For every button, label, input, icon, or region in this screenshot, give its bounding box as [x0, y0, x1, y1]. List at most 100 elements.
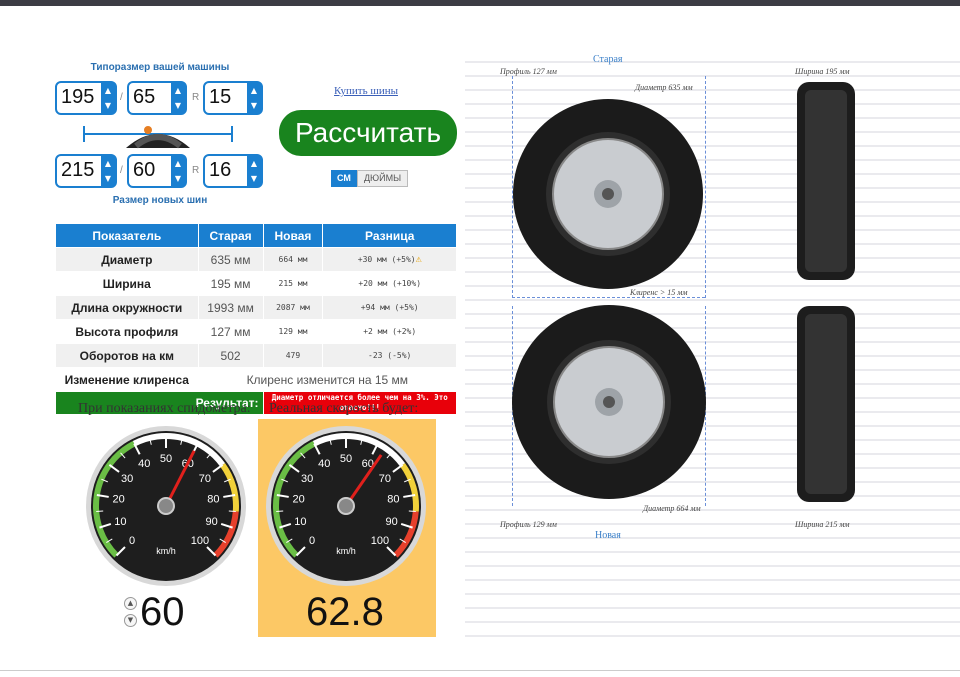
- real-speed-gauge: 010203040 50 60708090100km/h: [266, 426, 426, 586]
- new-tire-side-image: [797, 306, 855, 502]
- updown-arrows-icon: ▲ ▼: [101, 83, 115, 113]
- gauge-hub: [337, 497, 355, 515]
- gauge-tick-label: 70: [199, 473, 211, 485]
- gauge-tick-label: 0: [129, 535, 135, 547]
- table-header: Показатель: [55, 223, 199, 248]
- updown-arrows-icon: ▲ ▼: [171, 83, 185, 113]
- old-tire-title: Старая: [593, 54, 623, 65]
- gauge-tick: [276, 510, 284, 512]
- new-tire-title: Новая: [595, 530, 621, 541]
- gauge-tick-label: 100: [371, 535, 389, 547]
- new-profile-select[interactable]: 60 ▲ ▼: [127, 154, 187, 188]
- diff-text: +30 мм (+5%): [357, 255, 416, 264]
- new-profile-value: 60: [133, 159, 156, 181]
- gauge-tick-label: 10: [294, 516, 306, 528]
- new-width-select[interactable]: 215 ▲ ▼: [55, 154, 117, 188]
- old-profile-value: 65: [133, 86, 156, 108]
- table-row: Длина окружности 1993 мм 2087 мм +94 мм …: [55, 295, 457, 320]
- updown-arrows-icon: ▲ ▼: [247, 83, 261, 113]
- metric-name: Оборотов на км: [55, 343, 199, 368]
- spin-up-icon[interactable]: ▲: [124, 597, 137, 610]
- buy-tires-link[interactable]: Купить шины: [334, 85, 398, 97]
- browser-top-bar: [0, 0, 960, 6]
- gauge-tick-label: 10: [114, 516, 126, 528]
- gauge-tick-label: 100: [191, 535, 209, 547]
- gauge-tick-label: 70: [379, 473, 391, 485]
- new-profile-note: Профиль 129 мм: [500, 520, 557, 529]
- old-value: 127 мм: [197, 319, 264, 344]
- new-value: 2087 мм: [262, 295, 324, 320]
- unit-cm-toggle[interactable]: СМ: [331, 170, 357, 187]
- gauge-tick-label: 30: [301, 473, 313, 485]
- updown-arrows-icon: ▲ ▼: [101, 156, 115, 186]
- gauge-tick-label: 50: [340, 453, 352, 465]
- old-tire-side-image: [797, 82, 855, 280]
- old-radius-value: 15: [209, 86, 232, 108]
- clearance-value: Клиренс изменится на 15 мм: [197, 367, 458, 392]
- speed-spinner[interactable]: ▲ ▼: [124, 597, 137, 627]
- current-size-label: Типоразмер вашей машины: [90, 62, 230, 73]
- dim-line: [512, 297, 705, 298]
- metric-name: Ширина: [55, 271, 199, 296]
- gauge-tick: [96, 510, 104, 512]
- page-bottom-divider: [0, 670, 960, 671]
- diff-value: -23 (-5%): [322, 343, 457, 368]
- new-radius-select[interactable]: 16 ▲ ▼: [203, 154, 263, 188]
- gauge-tick-label: 50: [160, 453, 172, 465]
- speed-input-value[interactable]: 60: [140, 590, 185, 635]
- clearance-label: Изменение клиренса: [55, 367, 199, 392]
- old-value: 502: [197, 343, 264, 368]
- updown-arrows-icon: ▲ ▼: [247, 156, 261, 186]
- metric-name: Длина окружности: [55, 295, 199, 320]
- gauge-tick-label: 20: [112, 493, 124, 505]
- gauge-tick-label: 20: [292, 493, 304, 505]
- gauge-tick: [228, 510, 236, 512]
- table-header: Новая: [262, 223, 324, 248]
- results-table: Показатель Старая Новая Разница Диаметр …: [55, 223, 458, 415]
- gauge-tick: [408, 510, 416, 512]
- real-speed-caption: Реальная скорость будет:: [269, 401, 419, 416]
- gauge-tick-label: 40: [318, 458, 330, 470]
- diff-value: +20 мм (+10%): [322, 271, 457, 296]
- new-size-label: Размер новых шин: [112, 195, 208, 206]
- old-profile-select[interactable]: 65 ▲ ▼: [127, 81, 187, 115]
- slash-separator: /: [120, 92, 123, 103]
- table-row: Высота профиля 127 мм 129 мм +2 мм (+2%): [55, 319, 457, 344]
- diff-value: +30 мм (+5%)⚠: [322, 247, 457, 272]
- table-header: Разница: [322, 223, 457, 248]
- calculate-button[interactable]: Рассчитать: [279, 110, 457, 156]
- tire-comparison-diagram: Старая Профиль 127 мм Ширина 195 мм Диам…: [465, 52, 960, 650]
- old-diameter-note: Диаметр 635 мм: [635, 83, 693, 92]
- old-value: 195 мм: [197, 271, 264, 296]
- unit-inches-toggle[interactable]: ДЮЙМЫ: [357, 170, 408, 187]
- new-diameter-note: Диаметр 664 мм: [643, 504, 701, 513]
- spin-down-icon[interactable]: ▼: [124, 614, 137, 627]
- gauge-tick-label: 0: [309, 535, 315, 547]
- new-value: 664 мм: [262, 247, 324, 272]
- new-width-note: Ширина 215 мм: [795, 520, 850, 529]
- table-header-row: Показатель Старая Новая Разница: [55, 223, 457, 248]
- speedometer-gauge: 0102030405060708090100km/h: [86, 426, 246, 586]
- new-width-value: 215: [61, 159, 95, 181]
- gauge-tick-label: 90: [386, 516, 398, 528]
- gauge-tick-label: 30: [121, 473, 133, 485]
- table-row: Диаметр 635 мм 664 мм +30 мм (+5%)⚠: [55, 247, 457, 272]
- old-value: 1993 мм: [197, 295, 264, 320]
- gauge-tick-label: 80: [207, 493, 219, 505]
- gauge-unit-label: km/h: [336, 546, 356, 556]
- old-width-note: Ширина 195 мм: [795, 67, 850, 76]
- new-value: 129 мм: [262, 319, 324, 344]
- new-radius-value: 16: [209, 159, 232, 181]
- tire-size-badge-icon: [83, 126, 233, 149]
- gauge-unit-label: km/h: [156, 546, 176, 556]
- table-row: Изменение клиренса Клиренс изменится на …: [55, 367, 458, 392]
- updown-arrows-icon: ▲ ▼: [171, 156, 185, 186]
- slash-separator: /: [120, 165, 123, 176]
- old-radius-select[interactable]: 15 ▲ ▼: [203, 81, 263, 115]
- warning-icon: ⚠: [415, 254, 422, 265]
- metric-name: Диаметр: [55, 247, 199, 272]
- diff-value: +2 мм (+2%): [322, 319, 457, 344]
- table-row: Ширина 195 мм 215 мм +20 мм (+10%): [55, 271, 457, 296]
- speedometer-caption: При показаниях спидометра:: [78, 401, 251, 416]
- old-width-select[interactable]: 195 ▲ ▼: [55, 81, 117, 115]
